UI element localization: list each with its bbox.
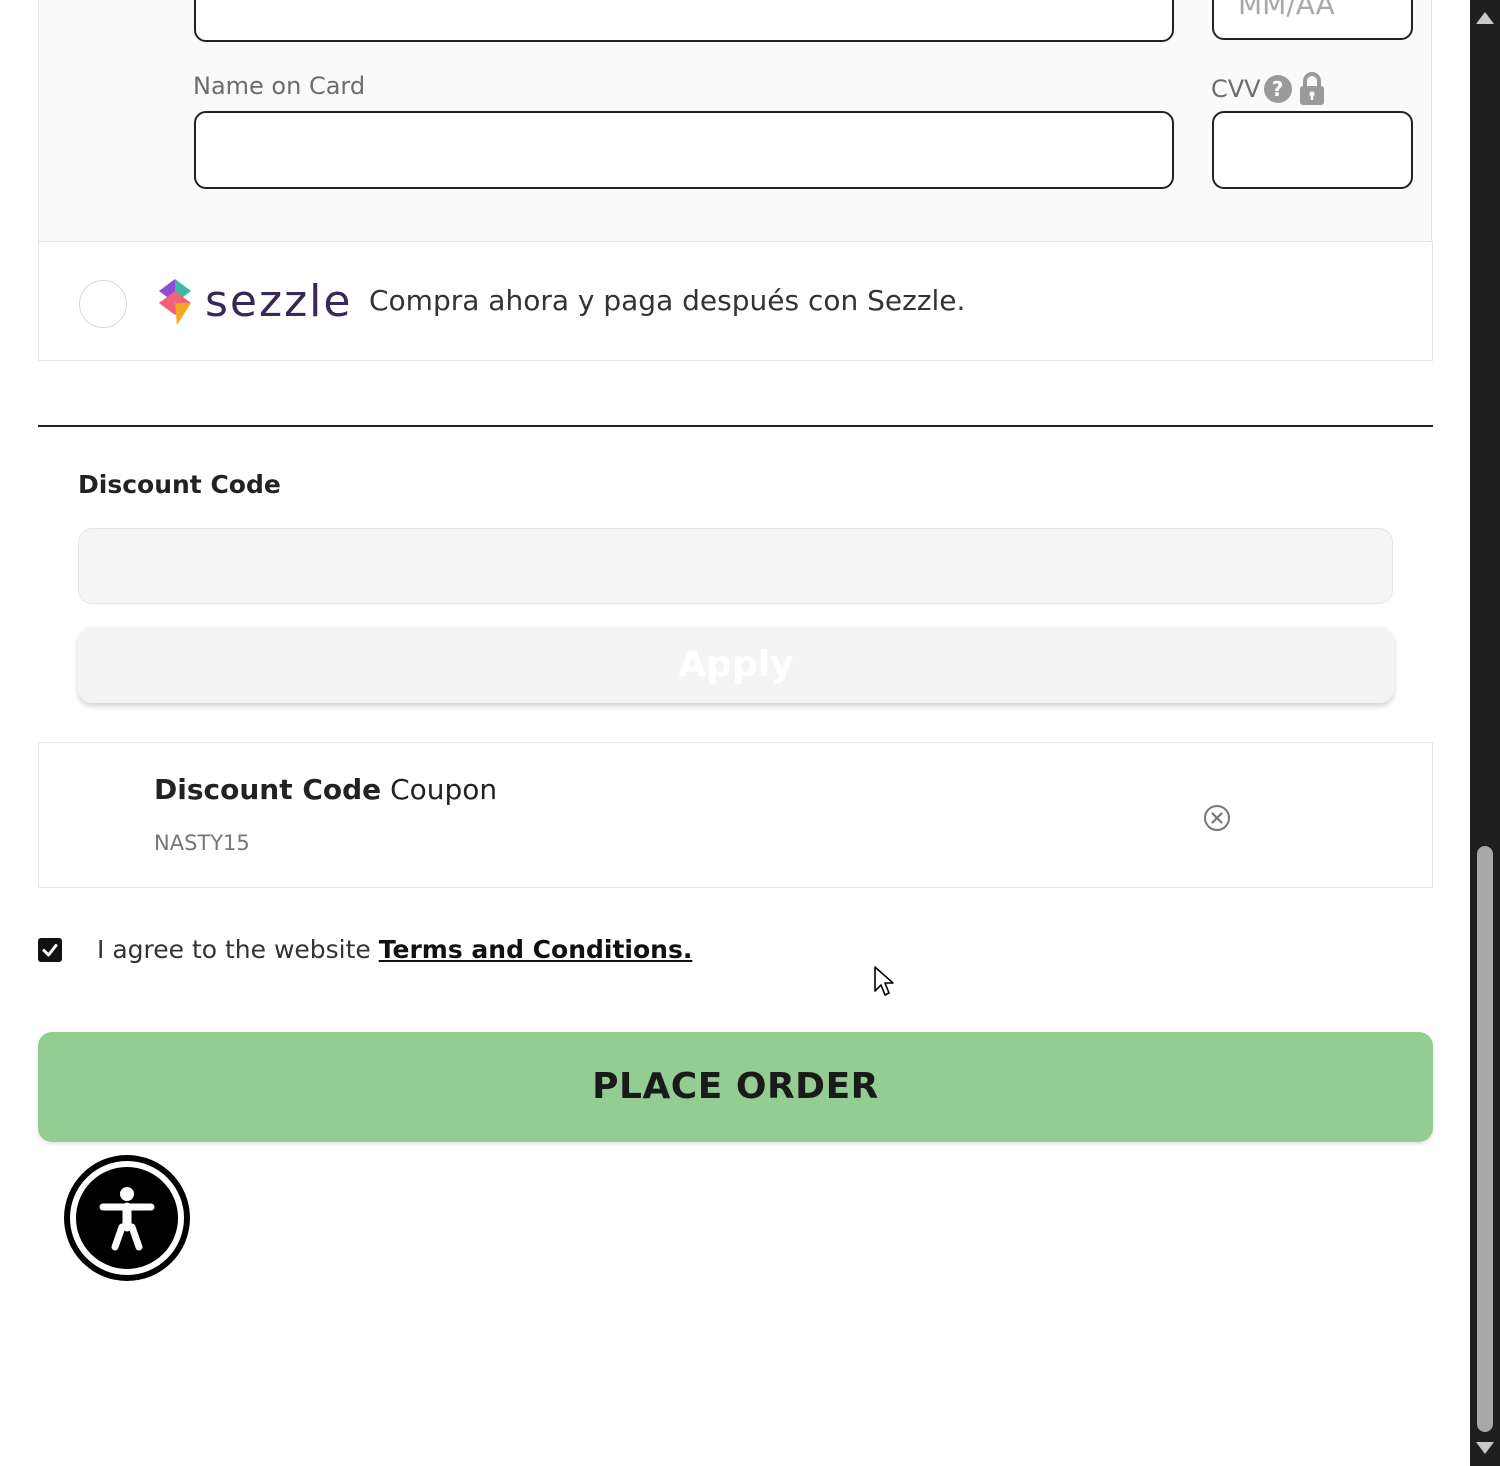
sezzle-payment-option[interactable]: sezzle Compra ahora y paga después con S… (38, 241, 1433, 361)
place-order-button[interactable]: PLACE ORDER (38, 1032, 1433, 1142)
lock-icon (1299, 72, 1324, 105)
name-on-card-input[interactable] (194, 111, 1174, 189)
close-circle-icon[interactable] (1203, 804, 1231, 832)
coupon-title-bold: Discount Code (154, 773, 382, 806)
coupon-title: Discount Code Coupon (154, 773, 497, 806)
checkout-page: MM/AA Name on Card CVV ? sezzle Compra a… (0, 0, 1500, 1466)
cvv-label-group: CVV ? (1211, 72, 1326, 106)
sezzle-logo: sezzle (155, 276, 352, 327)
cvv-label: CVV (1211, 75, 1261, 103)
terms-link[interactable]: Terms and Conditions. (379, 935, 693, 964)
card-number-field[interactable] (194, 0, 1174, 42)
terms-agreement: I agree to the website Terms and Conditi… (38, 935, 692, 964)
cvv-input[interactable] (1212, 111, 1413, 189)
expiry-field[interactable]: MM/AA (1212, 0, 1413, 40)
discount-code-title: Discount Code (78, 470, 281, 499)
discount-code-input[interactable] (78, 528, 1393, 604)
mouse-cursor-icon (874, 966, 894, 996)
scroll-up-arrow-icon[interactable] (1476, 12, 1494, 24)
terms-text: I agree to the website Terms and Conditi… (97, 935, 692, 964)
name-on-card-label: Name on Card (193, 72, 366, 100)
terms-checkbox[interactable] (38, 937, 62, 962)
section-divider (38, 425, 1433, 427)
terms-prefix: I agree to the website (97, 935, 379, 964)
coupon-title-suffix: Coupon (390, 773, 498, 806)
scroll-down-arrow-icon[interactable] (1476, 1442, 1494, 1454)
sezzle-wordmark: sezzle (205, 276, 353, 327)
apply-button[interactable]: Apply (78, 627, 1394, 703)
checkmark-icon (42, 943, 58, 956)
vertical-scrollbar[interactable] (1470, 0, 1500, 1466)
sezzle-radio[interactable] (79, 280, 127, 328)
scrollbar-thumb[interactable] (1477, 846, 1493, 1432)
accessibility-button[interactable] (64, 1155, 190, 1281)
checkout-content: MM/AA Name on Card CVV ? sezzle Compra a… (0, 0, 1470, 1466)
sezzle-mark-icon (159, 278, 191, 325)
expiry-placeholder: MM/AA (1238, 0, 1335, 21)
accessibility-icon (70, 1161, 184, 1275)
question-circle-icon[interactable]: ? (1263, 75, 1292, 103)
applied-coupon-panel: Discount Code Coupon NASTY15 (38, 742, 1433, 888)
coupon-code: NASTY15 (154, 831, 250, 855)
sezzle-description: Compra ahora y paga después con Sezzle. (369, 284, 966, 317)
card-payment-panel: MM/AA Name on Card CVV ? (38, 0, 1432, 242)
